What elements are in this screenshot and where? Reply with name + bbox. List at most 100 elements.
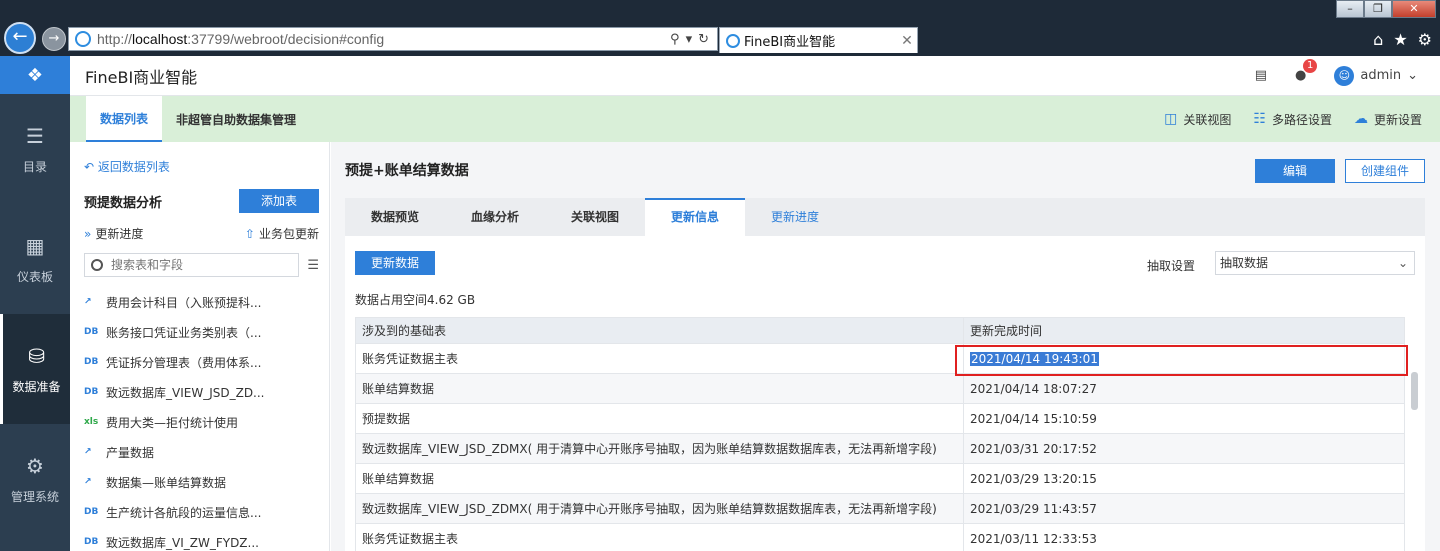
- url-text[interactable]: http://localhost:37799/webroot/decision#…: [97, 31, 670, 47]
- update-progress-link[interactable]: » 更新进度: [84, 225, 143, 242]
- nav-item-dashboard[interactable]: ▦ 仪表板: [0, 204, 70, 314]
- back-arrow-icon[interactable]: ←: [4, 22, 36, 54]
- left-nav: ❖ ☰ 目录 ▦ 仪表板 ⛁ 数据准备 ⚙ 管理系统: [0, 56, 70, 551]
- table-row: 账务凭证数据主表 2021/03/11 12:33:53: [355, 523, 1405, 551]
- table-row: 账单结算数据 2021/03/29 13:20:15: [355, 463, 1405, 494]
- db-icon: DB: [84, 507, 99, 517]
- window-close-button[interactable]: ✕: [1392, 0, 1436, 18]
- detail-tabs: 数据预览 血缘分析 关联视图 更新信息 更新进度: [345, 198, 1425, 236]
- list-item[interactable]: DB 凭证拆分管理表（费用体系...: [84, 347, 319, 377]
- list-item-label: 费用会计科目（入账预提科...: [106, 295, 262, 310]
- finebi-logo-icon[interactable]: ❖: [0, 56, 70, 94]
- etl-icon: ↗: [84, 297, 92, 307]
- list-item[interactable]: xls 费用大类—拒付统计使用: [84, 407, 319, 437]
- create-component-button[interactable]: 创建组件: [1345, 159, 1425, 183]
- package-update-link[interactable]: ⇧ 业务包更新: [245, 225, 319, 242]
- table-cell: 2021/03/29 11:43:57: [963, 493, 1405, 524]
- table-cell: 2021/04/14 15:10:59: [963, 403, 1405, 434]
- extract-setting-label: 抽取设置: [1147, 259, 1196, 273]
- cloud-icon: ☁: [1353, 111, 1368, 127]
- update-progress-label: 更新进度: [95, 227, 144, 241]
- list-item[interactable]: DB 生产统计各航段的运量信息...: [84, 497, 319, 527]
- list-item[interactable]: DB 账务接口凭证业务类别表（...: [84, 317, 319, 347]
- relation-view-button[interactable]: ◫ 关联视图: [1164, 111, 1231, 128]
- list-item[interactable]: ↗ 数据集—账单结算数据: [84, 467, 319, 497]
- settings-gear-icon[interactable]: ⚙: [1418, 30, 1432, 49]
- tab-data-preview[interactable]: 数据预览: [345, 198, 445, 236]
- close-icon[interactable]: ✕: [897, 33, 917, 49]
- table-list: ↗ 费用会计科目（入账预提科... DB 账务接口凭证业务类别表（... DB 凭证拆…: [84, 287, 319, 551]
- nav-item-admin[interactable]: ⚙ 管理系统: [0, 424, 70, 534]
- table-list-panel: ↶ 返回数据列表 预提数据分析 添加表 »更新进度 ⇧业务包更新 ☰ ↗ 费用会计…: [70, 142, 330, 551]
- list-item-label: 账务接口凭证业务类别表（...: [106, 325, 262, 340]
- extract-select[interactable]: 抽取数据 ⌄: [1215, 251, 1415, 275]
- app-header: FineBI商业智能 ▤ ● 1 ☺ admin ⌄: [70, 56, 1440, 96]
- ie-logo-icon: [75, 31, 91, 47]
- multipath-label: 多路径设置: [1271, 112, 1332, 127]
- chevron-down-icon: ⌄: [1407, 68, 1418, 83]
- forward-arrow-icon[interactable]: →: [42, 27, 66, 51]
- back-to-list-link[interactable]: ↶ 返回数据列表: [84, 158, 319, 175]
- bell-icon[interactable]: ● 1: [1295, 59, 1318, 83]
- book-icon[interactable]: ▤: [1255, 68, 1267, 83]
- hierarchy-icon: ☷: [1253, 111, 1266, 127]
- maximize-button[interactable]: ❐: [1364, 0, 1392, 18]
- list-item[interactable]: DB 致远数据库_VI_ZW_FYDZ...: [84, 527, 319, 551]
- search-box: [84, 253, 300, 277]
- refresh-icon[interactable]: ↻: [698, 32, 709, 47]
- table-cell: 致远数据库_VIEW_JSD_ZDMX( 用于清算中心开账序号抽取，因为账单结算…: [355, 433, 964, 464]
- relation-icon: ◫: [1164, 111, 1178, 127]
- sub-header: 数据列表 非超管自助数据集管理 ◫ 关联视图 ☷ 多路径设置 ☁ 更新设置: [70, 96, 1440, 142]
- home-icon[interactable]: ⌂: [1373, 30, 1383, 49]
- dashboard-icon: ▦: [25, 233, 45, 258]
- user-menu[interactable]: ☺ admin ⌄: [1334, 65, 1418, 86]
- list-item[interactable]: DB 致远数据库_VIEW_JSD_ZD...: [84, 377, 319, 407]
- tab-lineage[interactable]: 血缘分析: [445, 198, 545, 236]
- favorites-star-icon[interactable]: ★: [1393, 30, 1407, 49]
- table-cell: 2021/04/14 18:07:27: [963, 373, 1405, 404]
- list-item-label: 凭证拆分管理表（费用体系...: [106, 355, 262, 370]
- table-row: 账单结算数据 2021/04/14 18:07:27: [355, 373, 1405, 404]
- search-icon[interactable]: ⚲: [670, 32, 680, 47]
- update-settings-button[interactable]: ☁ 更新设置: [1354, 111, 1422, 128]
- db-icon: DB: [84, 387, 99, 397]
- search-icon: [91, 259, 103, 271]
- multipath-button[interactable]: ☷ 多路径设置: [1253, 111, 1332, 128]
- tab-update-progress[interactable]: 更新进度: [745, 198, 845, 236]
- minimize-button[interactable]: –: [1336, 0, 1364, 18]
- table-cell: 致远数据库_VIEW_JSD_ZDMX( 用于清算中心开账序号抽取，因为账单结算…: [355, 493, 964, 524]
- relation-view-label: 关联视图: [1183, 112, 1232, 127]
- main-content: 预提+账单结算数据 编辑 创建组件 数据预览 血缘分析 关联视图 更新信息 更新…: [331, 142, 1440, 551]
- search-input[interactable]: [111, 258, 271, 272]
- table-cell: 账单结算数据: [355, 463, 964, 494]
- ie-logo-icon: [726, 33, 740, 48]
- nav-label: 管理系统: [10, 489, 59, 504]
- nav-label: 数据准备: [12, 379, 61, 394]
- tab-update-info[interactable]: 更新信息: [645, 198, 745, 236]
- tab-data-list[interactable]: 数据列表: [86, 96, 163, 142]
- table-row: 致远数据库_VIEW_JSD_ZDMX( 用于清算中心开账序号抽取，因为账单结算…: [355, 433, 1405, 464]
- refresh-data-button[interactable]: 更新数据: [355, 251, 435, 275]
- app-title: FineBI商业智能: [85, 67, 198, 87]
- highlight-box: [955, 345, 1408, 376]
- nav-item-data-prep[interactable]: ⛁ 数据准备: [0, 314, 70, 424]
- filter-icon[interactable]: ☰: [307, 258, 319, 273]
- nav-label: 仪表板: [16, 269, 53, 284]
- list-item[interactable]: ↗ 产量数据: [84, 437, 319, 467]
- tab-dataset-management[interactable]: 非超管自助数据集管理: [162, 96, 310, 142]
- browser-tab[interactable]: FineBI商业智能 ✕: [719, 27, 918, 53]
- update-settings-label: 更新设置: [1373, 112, 1422, 127]
- address-bar[interactable]: http://localhost:37799/webroot/decision#…: [68, 27, 718, 51]
- scrollbar[interactable]: [1411, 372, 1418, 410]
- browser-chrome: ← → http://localhost:37799/webroot/decis…: [0, 0, 1440, 56]
- extract-select-value: 抽取数据: [1220, 256, 1269, 270]
- back-label: 返回数据列表: [97, 160, 170, 174]
- list-item[interactable]: ↗ 费用会计科目（入账预提科...: [84, 287, 319, 317]
- database-icon: ⛁: [28, 343, 45, 368]
- edit-button[interactable]: 编辑: [1255, 159, 1335, 183]
- dropdown-icon[interactable]: ▾: [686, 32, 693, 47]
- tab-relations[interactable]: 关联视图: [545, 198, 645, 236]
- nav-item-catalog[interactable]: ☰ 目录: [0, 94, 70, 204]
- add-table-button[interactable]: 添加表: [239, 189, 319, 213]
- etl-icon: ↗: [84, 447, 92, 457]
